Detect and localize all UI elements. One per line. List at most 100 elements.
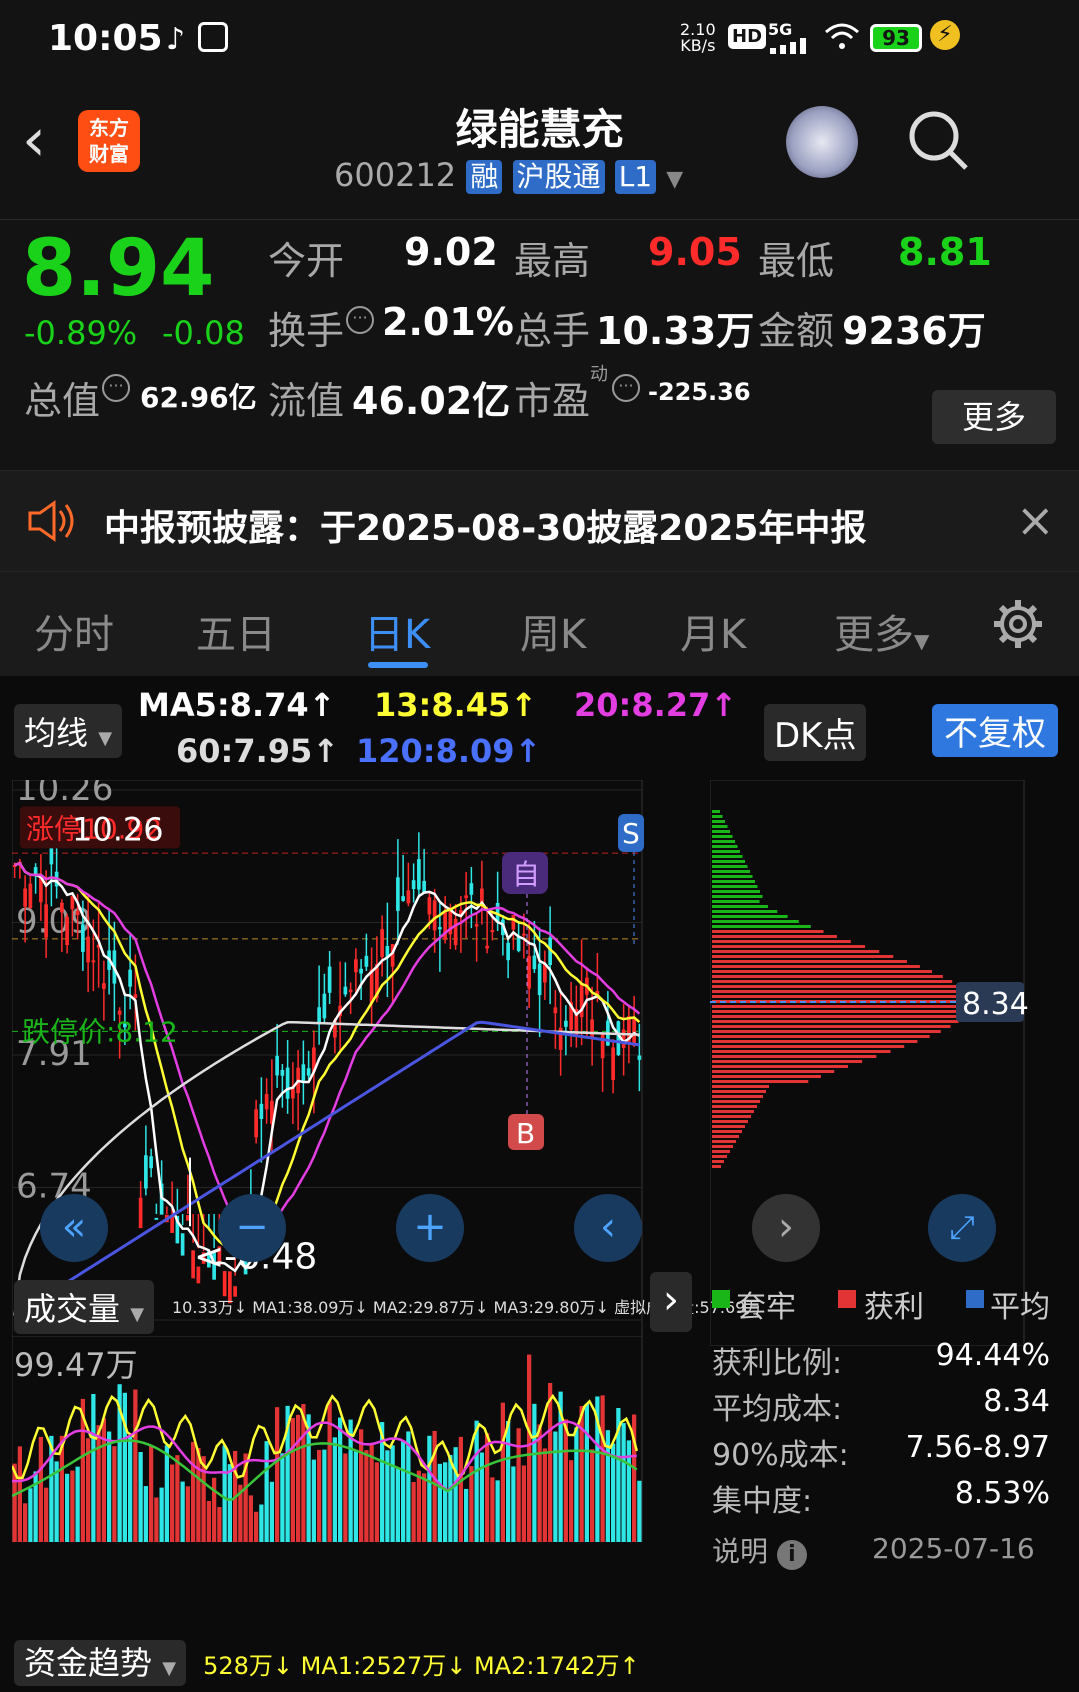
- scroll-right-button[interactable]: ›: [752, 1194, 820, 1262]
- wifi-icon: [824, 22, 860, 56]
- chip-note[interactable]: 说明 i: [712, 1530, 807, 1570]
- scroll-left-button[interactable]: ‹: [574, 1194, 642, 1262]
- turnover-label: 换手: [268, 309, 345, 353]
- candle-body: [537, 963, 542, 996]
- scroll-left-fast-button[interactable]: «: [40, 1194, 108, 1262]
- chip-bar: [712, 1125, 745, 1128]
- more-quote-button[interactable]: 更多: [932, 390, 1056, 444]
- zoom-in-button[interactable]: +: [396, 1194, 464, 1262]
- candle-body: [522, 933, 526, 936]
- volume-bar: [65, 1473, 70, 1542]
- stock-code-row[interactable]: 600212 融 沪股通 L1 ▼: [334, 156, 683, 194]
- candle-body: [348, 989, 353, 993]
- volume-next-indicator-button[interactable]: ›: [650, 1272, 692, 1332]
- candle-body: [343, 986, 348, 995]
- last-price: 8.94: [22, 224, 215, 314]
- kline-chart[interactable]: 10.269.097.916.745.56涨停10.9210.26跌停价:8.1…: [12, 780, 692, 1346]
- tab-more[interactable]: 更多▼: [834, 602, 929, 660]
- amount-value: 9236万: [842, 309, 986, 353]
- volume-bar: [112, 1446, 117, 1542]
- pe-label: 市盈: [514, 379, 591, 423]
- candle-body: [86, 936, 90, 963]
- chip-bar: [712, 1020, 959, 1023]
- volume-bar: [191, 1441, 196, 1542]
- charging-icon: ⚡: [930, 20, 960, 50]
- high-label: 最高: [514, 239, 591, 283]
- chip-bar: [712, 1095, 763, 1098]
- volume-bar: [332, 1437, 337, 1542]
- settings-gear-icon[interactable]: [992, 598, 1044, 654]
- volume-bar: [96, 1425, 101, 1542]
- zoom-out-button[interactable]: −: [218, 1194, 286, 1262]
- chip-bar: [712, 995, 970, 998]
- ma-dropdown[interactable]: 均线 ▼: [14, 704, 123, 758]
- chip-bar: [712, 850, 740, 853]
- candle-body: [327, 966, 332, 993]
- volume-bar: [290, 1418, 295, 1542]
- candle-body: [411, 880, 416, 890]
- candle-body: [75, 910, 80, 916]
- volume-bar: [532, 1403, 537, 1542]
- info-icon: i: [776, 1540, 807, 1570]
- battery-indicator: 93: [870, 24, 922, 52]
- chip-bar: [712, 875, 753, 878]
- candle-body: [600, 1033, 605, 1059]
- legend-profit-swatch: [838, 1290, 856, 1308]
- pe-info-icon[interactable]: ···: [612, 374, 640, 402]
- turnover-info-icon[interactable]: ···: [346, 306, 374, 334]
- volume-bar: [322, 1449, 327, 1542]
- tab-weekly-k[interactable]: 周K: [520, 602, 586, 660]
- candle-body: [490, 930, 495, 933]
- chip-bar: [712, 915, 788, 918]
- notice-bar[interactable]: 中报预披露：于2025-08-30披露2025年中报 ×: [0, 470, 1079, 572]
- candle-body: [91, 960, 96, 963]
- volume-bar: [584, 1403, 589, 1542]
- chip-bar: [712, 820, 725, 823]
- volume-bar: [44, 1487, 49, 1542]
- fullscreen-button[interactable]: ⤢: [928, 1194, 996, 1262]
- candle-body: [154, 1217, 159, 1220]
- candle-body: [527, 955, 531, 989]
- mktcap-info-icon[interactable]: ···: [102, 374, 130, 402]
- chip-bar: [712, 1140, 736, 1143]
- volume-bar: [416, 1470, 421, 1542]
- search-icon[interactable]: [908, 110, 970, 176]
- candle-body: [180, 1233, 185, 1256]
- tab-daily-k[interactable]: 日K: [364, 602, 430, 660]
- fund-dropdown-arrow-icon: ▼: [162, 1658, 177, 1679]
- adjust-button[interactable]: 不复权: [932, 704, 1058, 757]
- volume-dropdown[interactable]: 成交量 ▼: [14, 1280, 155, 1334]
- tab-intraday[interactable]: 分时: [34, 602, 114, 660]
- tab-more-arrow-icon: ▼: [914, 629, 930, 653]
- chip-bar: [712, 825, 728, 828]
- volume-bar: [458, 1436, 463, 1542]
- candle-body: [364, 955, 369, 967]
- volume-bar: [269, 1481, 274, 1542]
- candle-body: [149, 1156, 153, 1169]
- fund-trend-dropdown[interactable]: 资金趋势 ▼: [14, 1640, 187, 1686]
- volume-value: 10.33万: [596, 309, 755, 353]
- candle-body: [254, 1109, 258, 1138]
- stat-concentration: 集中度: 8.53%: [712, 1476, 1050, 1520]
- volume-bar: [149, 1446, 154, 1542]
- dk-point-dropdown[interactable]: DK点: [764, 704, 867, 761]
- marker-s: S: [622, 817, 640, 850]
- candle-body: [590, 1019, 594, 1038]
- tab-five-day[interactable]: 五日: [196, 602, 276, 660]
- chip-note-label: 说明: [712, 1535, 769, 1568]
- stat-profit-ratio-value: 94.44%: [935, 1338, 1050, 1373]
- chip-bar: [712, 865, 748, 868]
- volume-bar: [133, 1389, 138, 1542]
- mktcap-label: 总值: [24, 379, 101, 423]
- tab-monthly-k[interactable]: 月K: [680, 602, 746, 660]
- tiktok-icon: ♪: [166, 22, 186, 57]
- robot-assistant-avatar[interactable]: [786, 106, 858, 178]
- close-icon[interactable]: ×: [1016, 493, 1055, 547]
- candle-body: [359, 968, 363, 974]
- stat-90-cost-value: 7.56-8.97: [905, 1430, 1050, 1465]
- candle-body: [380, 929, 384, 958]
- volume-label: 总手: [514, 309, 591, 353]
- candle-body: [264, 1094, 269, 1110]
- volume-bar: [574, 1427, 579, 1542]
- status-bar: 10:05 ♪ 2.10 KB/s HD 5G 93 ⚡: [0, 0, 1079, 80]
